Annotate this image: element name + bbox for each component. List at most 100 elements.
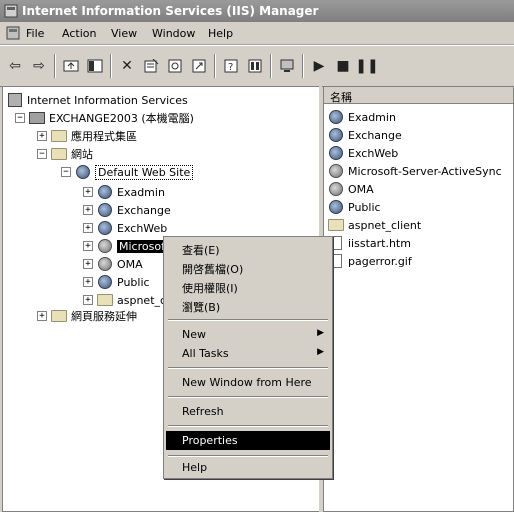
menu-separator bbox=[168, 396, 328, 398]
expand-icon[interactable]: + bbox=[83, 277, 93, 287]
tree-item-root[interactable]: Internet Information Services bbox=[7, 92, 188, 108]
menu-view[interactable]: View bbox=[111, 27, 137, 40]
list-item[interactable]: iisstart.htm bbox=[328, 235, 411, 251]
expand-icon[interactable]: + bbox=[37, 311, 47, 321]
menu-item-refresh[interactable]: Refresh bbox=[166, 402, 330, 421]
console-icon[interactable] bbox=[244, 55, 266, 77]
tree-label: 網頁服務延伸 bbox=[71, 310, 137, 323]
tree-item-default-web-site[interactable]: − Default Web Site bbox=[61, 164, 194, 180]
toolbar-separator bbox=[302, 54, 304, 78]
server-icon bbox=[29, 111, 45, 125]
menu-window[interactable]: Window bbox=[152, 27, 195, 40]
list-item[interactable]: Microsoft-Server-ActiveSync bbox=[328, 163, 502, 179]
menu-action[interactable]: Action bbox=[62, 27, 96, 40]
toolbar-separator bbox=[270, 54, 272, 78]
folder-icon bbox=[51, 147, 67, 161]
tree-item-exchange[interactable]: + Exchange bbox=[83, 202, 171, 218]
toolbar-separator bbox=[214, 54, 216, 78]
menu-separator bbox=[168, 367, 328, 369]
tree-label: Exadmin bbox=[117, 185, 165, 199]
folder-icon bbox=[97, 293, 113, 307]
menu-item-open[interactable]: 查看(E) bbox=[166, 239, 330, 258]
menu-item-explore[interactable]: 開啓舊檔(O) bbox=[166, 258, 330, 277]
menu-file[interactable]: File bbox=[26, 27, 44, 40]
context-menu-tail: Help bbox=[163, 452, 333, 479]
gear-folder-icon bbox=[97, 239, 113, 253]
menu-item-browse[interactable]: 瀏覽(B) bbox=[166, 296, 330, 315]
submenu-arrow-icon: ▶ bbox=[317, 328, 324, 338]
expand-icon[interactable]: + bbox=[83, 295, 93, 305]
folder-icon bbox=[328, 218, 344, 232]
up-icon[interactable] bbox=[60, 55, 82, 77]
properties-icon[interactable] bbox=[140, 55, 162, 77]
help-icon[interactable]: ? bbox=[220, 55, 242, 77]
menu-item-properties[interactable]: Properties bbox=[166, 431, 330, 450]
back-icon[interactable]: ⇦ bbox=[4, 55, 26, 77]
menu-bar: File Action View Window Help bbox=[0, 22, 514, 45]
collapse-icon[interactable]: − bbox=[37, 149, 47, 159]
forward-icon[interactable]: ⇨ bbox=[28, 55, 50, 77]
tree-label: 網站 bbox=[71, 148, 93, 161]
toolbar-separator bbox=[110, 54, 112, 78]
tree-item-web-extensions[interactable]: + 網頁服務延伸 bbox=[37, 308, 137, 324]
expand-icon[interactable]: + bbox=[83, 187, 93, 197]
tree-item-oma[interactable]: + OMA bbox=[83, 256, 143, 272]
tree-item-app-pools[interactable]: + 應用程式集區 bbox=[37, 128, 137, 144]
export-icon[interactable] bbox=[188, 55, 210, 77]
website-globe-icon bbox=[75, 165, 91, 179]
title-bar[interactable]: Internet Information Services (IIS) Mana… bbox=[0, 0, 514, 22]
tree-label: EXCHANGE2003 (本機電腦) bbox=[49, 112, 194, 125]
list-item[interactable]: Exchange bbox=[328, 127, 402, 143]
menu-item-new[interactable]: New ▶ bbox=[166, 325, 330, 344]
tree-item-exchweb[interactable]: + ExchWeb bbox=[83, 220, 167, 236]
list-item-label: Exadmin bbox=[348, 110, 396, 124]
tree-label: ExchWeb bbox=[117, 221, 168, 235]
expand-icon[interactable]: + bbox=[83, 205, 93, 215]
expand-icon[interactable]: + bbox=[83, 259, 93, 269]
list-item[interactable]: OMA bbox=[328, 181, 374, 197]
stop-icon[interactable]: ■ bbox=[332, 55, 354, 77]
refresh-icon[interactable] bbox=[164, 55, 186, 77]
menu-separator bbox=[168, 319, 328, 321]
play-icon[interactable]: ▶ bbox=[308, 55, 330, 77]
expand-icon[interactable]: + bbox=[83, 223, 93, 233]
list-item-label: aspnet_client bbox=[348, 218, 422, 232]
list-pane: 名稱 Exadmin Exchange ExchWeb Microsoft-Se… bbox=[323, 86, 514, 512]
expand-icon[interactable]: + bbox=[83, 241, 93, 251]
menu-item-permissions[interactable]: 使用權限(I) bbox=[166, 277, 330, 296]
tree-item-exadmin[interactable]: + Exadmin bbox=[83, 184, 165, 200]
tree-item-public[interactable]: + Public bbox=[83, 274, 150, 290]
list-item[interactable]: Public bbox=[328, 199, 381, 215]
menu-separator bbox=[168, 425, 328, 427]
list-item[interactable]: aspnet_client bbox=[328, 217, 421, 233]
tree-item-server[interactable]: − EXCHANGE2003 (本機電腦) bbox=[15, 110, 194, 126]
list-item[interactable]: ExchWeb bbox=[328, 145, 398, 161]
context-menu: 查看(E) 開啓舊檔(O) 使用權限(I) 瀏覽(B) New ▶ All Tas… bbox=[163, 236, 333, 454]
submenu-arrow-icon: ▶ bbox=[317, 347, 324, 357]
list-item[interactable]: pagerror.gif bbox=[328, 253, 412, 269]
menu-item-all-tasks[interactable]: All Tasks ▶ bbox=[166, 344, 330, 363]
folder-icon bbox=[51, 129, 67, 143]
pause-icon[interactable]: ❚❚ bbox=[355, 55, 378, 77]
list-item-label: OMA bbox=[348, 182, 374, 196]
list-item-label: Exchange bbox=[348, 128, 402, 142]
column-header-name[interactable]: 名稱 bbox=[324, 87, 513, 104]
show-hide-tree-icon[interactable] bbox=[84, 55, 106, 77]
virtual-dir-globe-icon bbox=[97, 275, 113, 289]
window-title: Internet Information Services (IIS) Mana… bbox=[22, 4, 319, 18]
tree-item-web-sites[interactable]: − 網站 bbox=[37, 146, 93, 162]
list-item[interactable]: Exadmin bbox=[328, 109, 396, 125]
collapse-icon[interactable]: − bbox=[15, 113, 25, 123]
virtual-dir-globe-icon bbox=[97, 203, 113, 217]
menu-item-help[interactable]: Help bbox=[166, 458, 330, 477]
gear-folder-icon bbox=[328, 164, 344, 178]
svg-text:?: ? bbox=[228, 62, 233, 73]
iis-app-icon bbox=[4, 4, 18, 21]
console-menu-icon[interactable] bbox=[6, 26, 20, 43]
expand-icon[interactable]: + bbox=[37, 131, 47, 141]
collapse-icon[interactable]: − bbox=[61, 167, 71, 177]
menu-help[interactable]: Help bbox=[208, 27, 233, 40]
computer-icon[interactable] bbox=[276, 55, 298, 77]
menu-item-new-window[interactable]: New Window from Here bbox=[166, 373, 330, 392]
delete-icon[interactable]: ✕ bbox=[116, 55, 138, 77]
